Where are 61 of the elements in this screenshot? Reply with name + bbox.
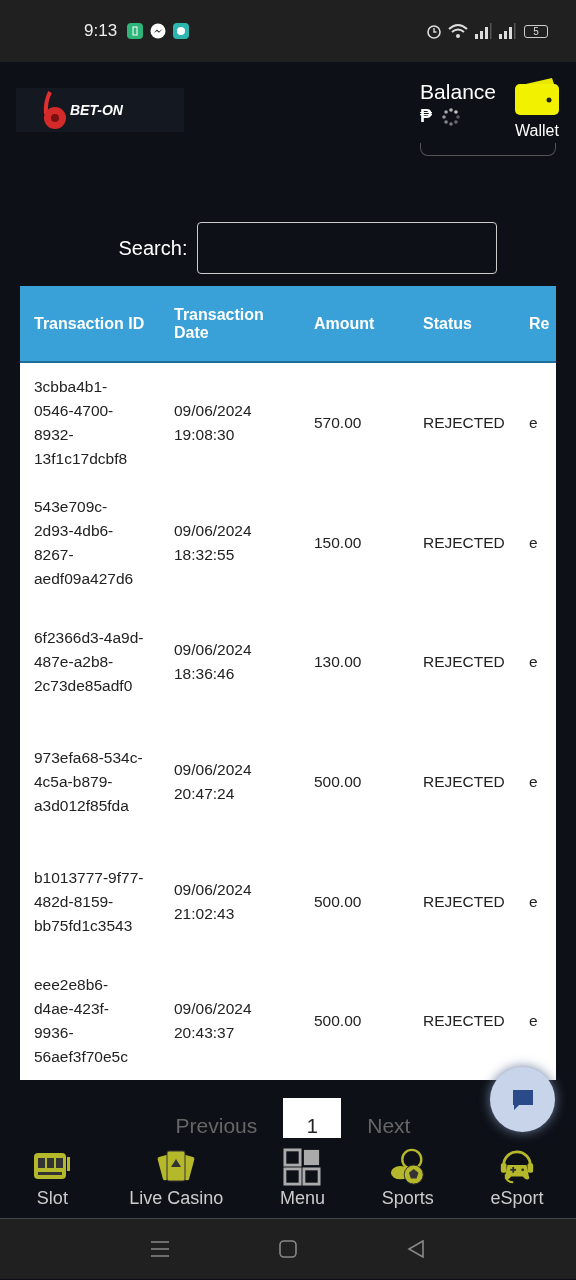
table-cell-text: 150.00 bbox=[313, 532, 363, 553]
logo-mark-icon bbox=[42, 90, 68, 130]
messenger-icon bbox=[150, 23, 167, 39]
battery-app-icon bbox=[127, 23, 144, 39]
table-cell: REJECTED bbox=[409, 362, 515, 483]
nav-item[interactable]: Sports bbox=[381, 1147, 434, 1209]
table-cell-text: e bbox=[528, 652, 539, 673]
table-cell-text: b1013777-9f77-482d-8159-bb75fd1c3543 bbox=[33, 867, 145, 936]
battery-level: 5 bbox=[524, 24, 548, 38]
nav-item[interactable]: Slot bbox=[32, 1147, 73, 1209]
table-cell-text: REJECTED bbox=[422, 891, 506, 912]
table-cell-text: e bbox=[528, 891, 539, 912]
grid-menu-icon[interactable] bbox=[282, 1147, 323, 1186]
logo[interactable]: BET-ON bbox=[16, 88, 184, 132]
logo-text: BET-ON bbox=[70, 102, 123, 118]
nav-item[interactable]: Menu bbox=[279, 1147, 325, 1209]
table-cell-text: e bbox=[528, 532, 539, 553]
table-cell-text: REJECTED bbox=[422, 771, 506, 792]
nav-item[interactable]: eSport bbox=[490, 1147, 544, 1209]
alarm-icon bbox=[426, 23, 442, 39]
table-cell: e bbox=[515, 362, 556, 483]
table-cell-text: 500.00 bbox=[313, 891, 363, 912]
loading-spinner-icon bbox=[442, 107, 461, 126]
table-cell-text: 6f2366d3-4a9d-487e-a2b8-2c73de85adf0 bbox=[33, 628, 145, 697]
page-button[interactable]: 1 bbox=[283, 1098, 342, 1138]
wifi-icon bbox=[448, 23, 468, 39]
status-time: 9:13 bbox=[84, 21, 118, 41]
table-cell-text: eee2e8b6-d4ae-423f-9936-56aef3f70e5c bbox=[33, 975, 129, 1068]
wallet-icon bbox=[514, 76, 560, 116]
table-cell-text: 500.00 bbox=[313, 771, 363, 792]
table-cell-text: 130.00 bbox=[313, 652, 363, 673]
table-cell-text: 543e709c-2d93-4db6-8267-aedf09a427d6 bbox=[33, 496, 135, 589]
back-icon[interactable] bbox=[407, 1240, 425, 1258]
search-field[interactable] bbox=[197, 222, 498, 274]
table-cell: 09/06/2024 19:08:30 bbox=[160, 362, 300, 483]
signal-icon bbox=[474, 23, 492, 39]
table-cell-text: 09/06/2024 21:02:43 bbox=[173, 879, 253, 924]
balance-label: Balance bbox=[420, 80, 496, 104]
table-cell-text: e bbox=[528, 1011, 539, 1032]
wallet-button[interactable]: Wallet bbox=[514, 76, 560, 140]
chat-bubble-icon bbox=[510, 1087, 535, 1112]
signal-icon bbox=[498, 23, 516, 39]
table-cell-text: e bbox=[528, 771, 539, 792]
table-cell-text: 500.00 bbox=[313, 1011, 363, 1032]
currency-symbol: ₱ bbox=[420, 106, 433, 127]
chat-button[interactable] bbox=[490, 1067, 555, 1132]
table-cell-text: 09/06/2024 20:43:37 bbox=[173, 999, 253, 1044]
table-cell: 3cbba4b1-0546-4700-8932-13f1c17dcbf8 bbox=[20, 362, 160, 483]
table-cell-text: REJECTED bbox=[422, 1011, 506, 1032]
nav-item[interactable]: Live Casino bbox=[129, 1147, 224, 1209]
table-cell-text: REJECTED bbox=[422, 652, 506, 673]
recent-apps-icon[interactable] bbox=[151, 1241, 169, 1257]
search-label: Search: bbox=[118, 236, 188, 260]
table-cell: 570.00 bbox=[300, 362, 409, 483]
table-cell-text: 09/06/2024 18:32:55 bbox=[173, 520, 253, 565]
home-icon[interactable] bbox=[279, 1240, 297, 1258]
chat-app-icon bbox=[173, 23, 190, 39]
table-cell-text: 09/06/2024 20:47:24 bbox=[173, 759, 253, 804]
table-cell-text: 09/06/2024 18:36:46 bbox=[173, 640, 253, 685]
table-cell-text: 973efa68-534c-4c5a-b879-a3d012f85fda bbox=[33, 747, 144, 816]
table-cell-text: REJECTED bbox=[422, 532, 506, 553]
